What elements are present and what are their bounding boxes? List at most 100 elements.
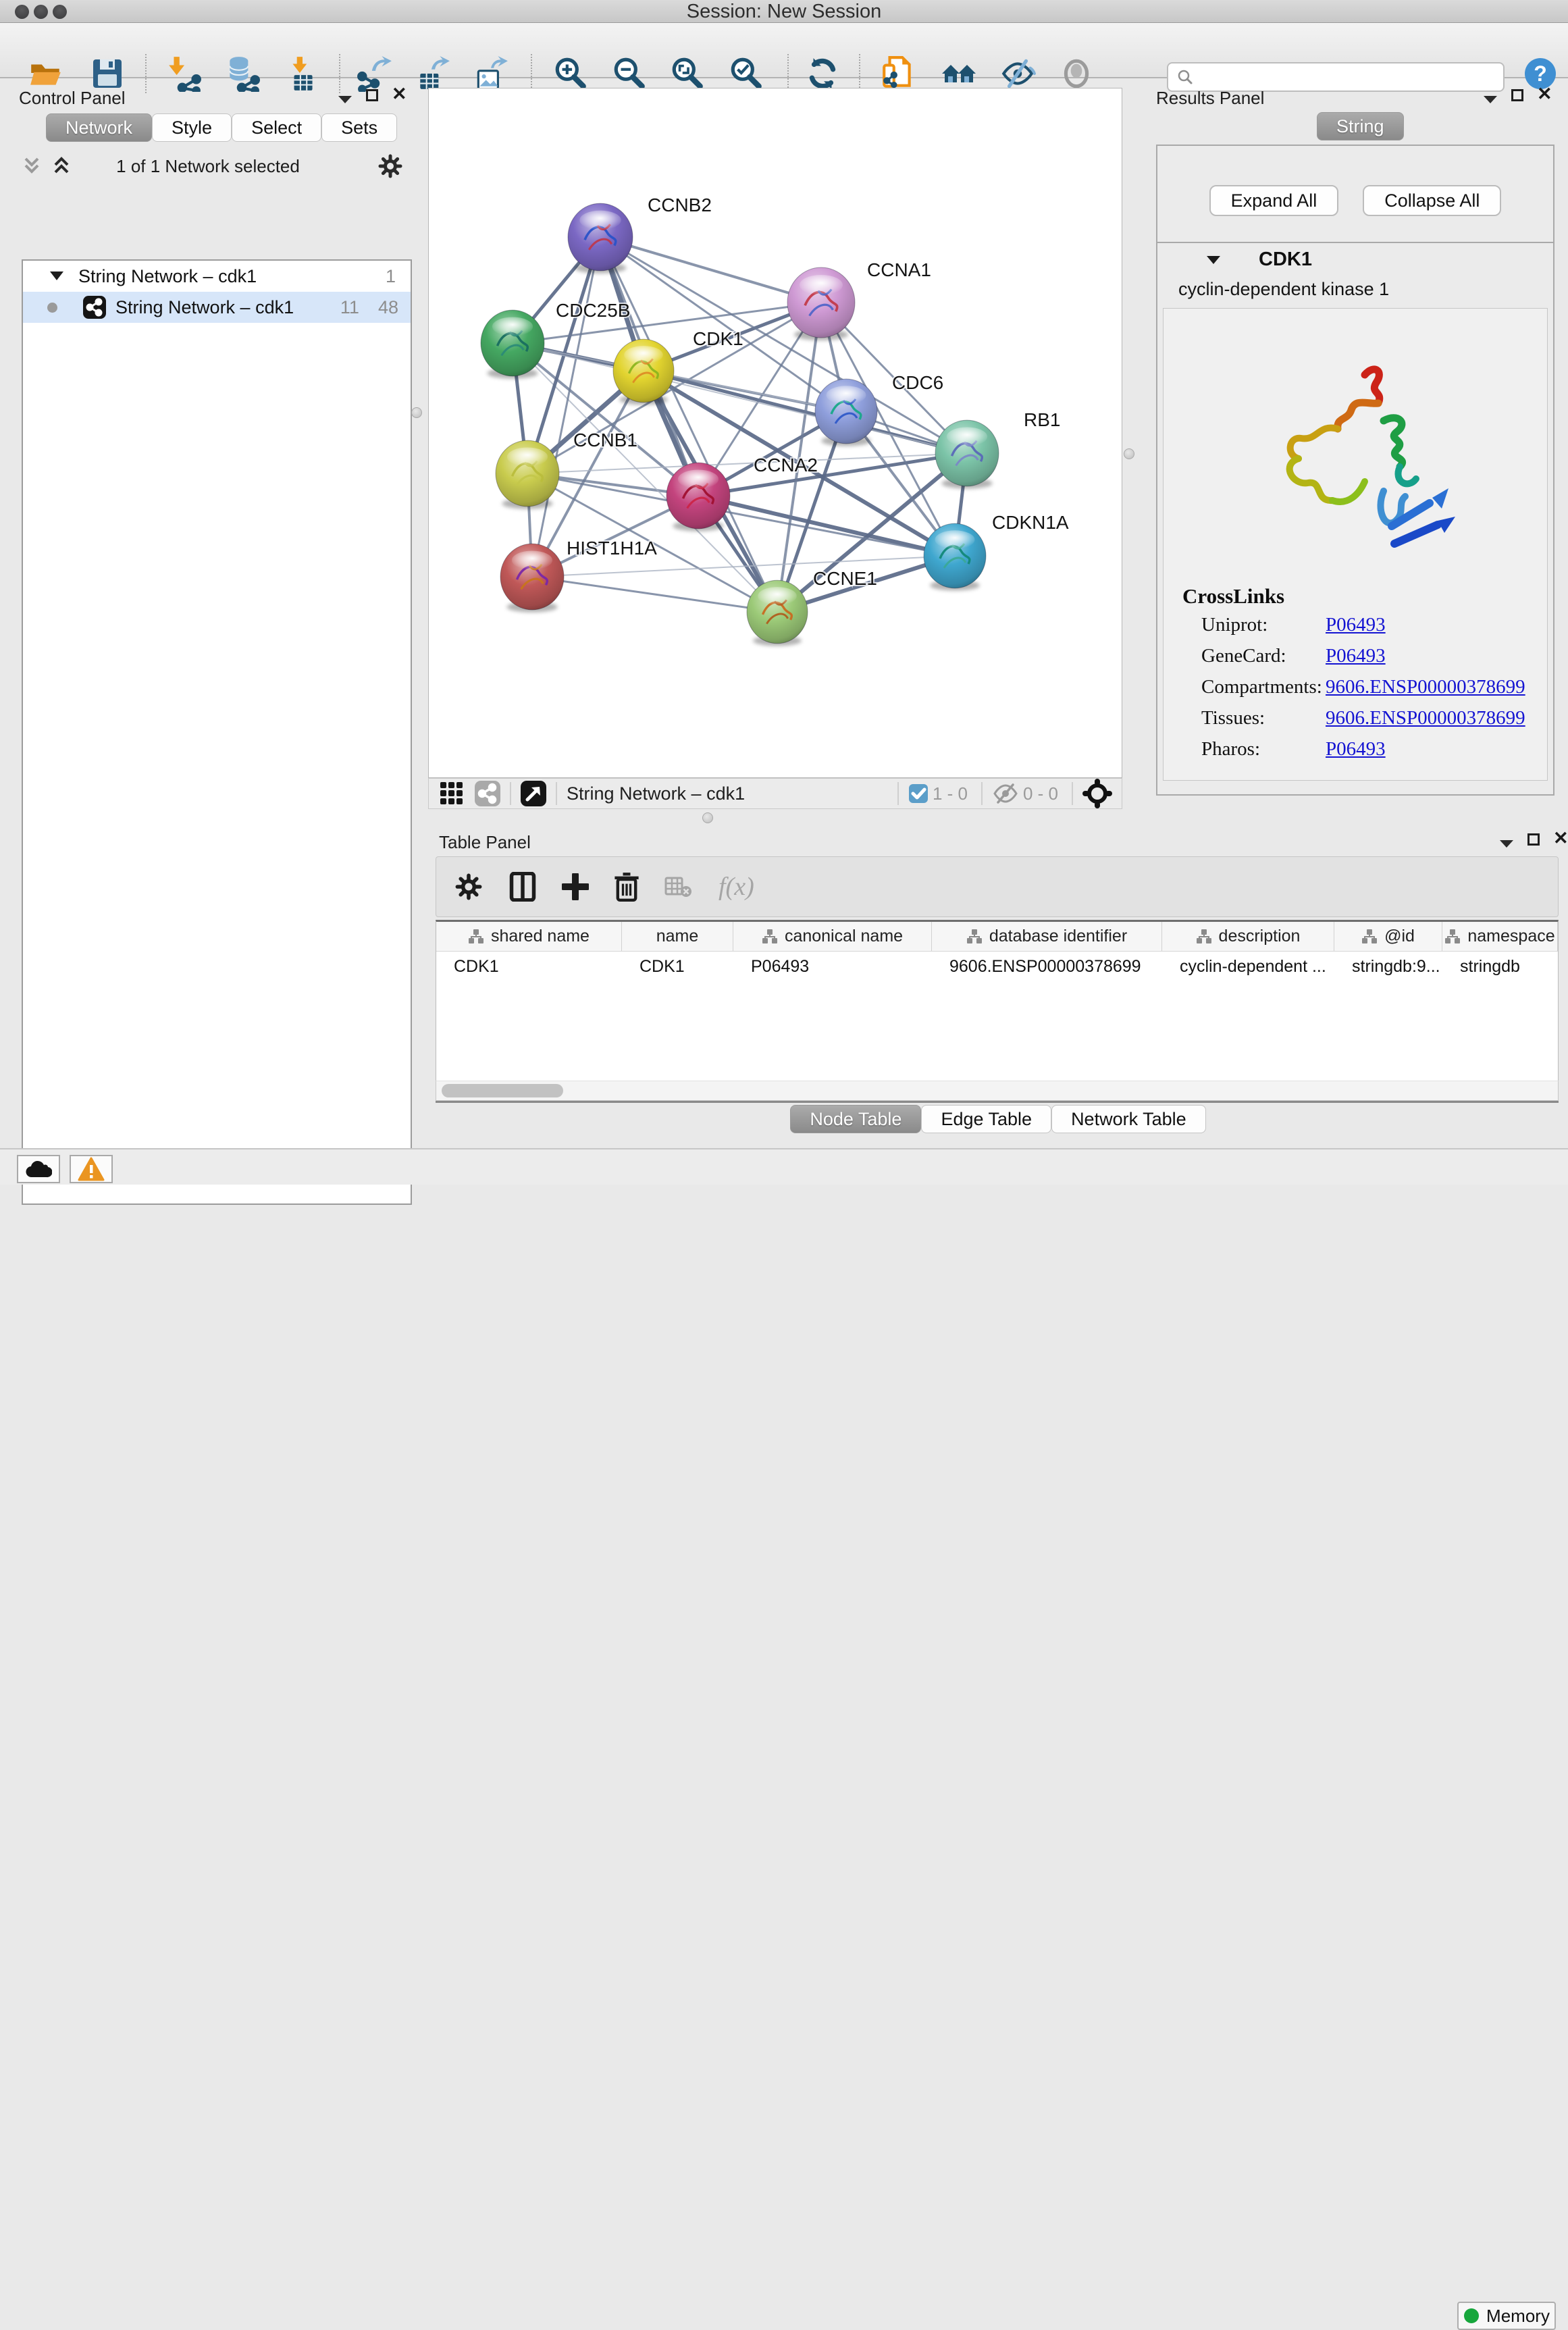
network-node[interactable] [613,339,674,405]
network-edge[interactable] [532,577,777,612]
network-canvas[interactable]: CCNB2CCNA1CDC25BCDK1CDC6RB1CCNB1CCNA2CDK… [428,88,1122,778]
table-hscrollbar-thumb[interactable] [442,1084,563,1097]
network-collection-row[interactable]: String Network – cdk1 1 [23,261,411,292]
column-header-description[interactable]: description [1162,922,1334,951]
crosslink-value-link[interactable]: P06493 [1326,738,1386,769]
network-node[interactable] [481,310,544,379]
table-panel-close-icon[interactable]: ✕ [1553,828,1568,849]
results-panel-menu-icon[interactable] [1483,95,1498,104]
table-cell[interactable]: stringdb:9... [1334,952,1442,981]
network-node-label: RB1 [1024,409,1060,430]
network-current-dot [47,303,57,313]
network-view-icon[interactable] [475,781,500,806]
network-row-selected[interactable]: String Network – cdk1 11 48 [23,292,411,323]
tab-network[interactable]: Network [46,113,152,142]
crosslink-value-link[interactable]: 9606.ENSP00000378699 [1326,707,1525,738]
column-header-shared-name[interactable]: shared name [436,922,622,951]
create-column-icon[interactable] [562,873,589,900]
network-edge[interactable] [600,237,821,303]
network-node[interactable] [787,267,855,340]
tab-node-table[interactable]: Node Table [790,1105,921,1133]
column-header-namespace[interactable]: namespace [1442,922,1558,951]
table-bottom-border [436,1101,1559,1103]
table-gear-icon[interactable] [455,873,482,900]
network-node[interactable] [500,544,564,613]
tab-style[interactable]: Style [152,113,232,142]
function-builder-icon[interactable]: f(x) [718,872,754,902]
collapse-all-button[interactable]: Collapse All [1363,185,1501,216]
tab-edge-table[interactable]: Edge Table [921,1105,1051,1133]
column-header-name[interactable]: name [622,922,733,951]
open-in-window-icon[interactable] [521,781,546,806]
tab-network-table[interactable]: Network Table [1051,1105,1206,1133]
control-panel-tabs: Network Style Select Sets [46,113,397,142]
crosslink-label: Compartments: [1201,676,1326,707]
column-header-canonical-name[interactable]: canonical name [733,922,932,951]
crosslink-row: GeneCard: P06493 [1201,645,1539,676]
network-graph[interactable]: CCNB2CCNA1CDC25BCDK1CDC6RB1CCNB1CCNA2CDK… [429,88,1122,777]
network-node[interactable] [667,463,730,532]
table-cell[interactable]: P06493 [733,952,932,981]
gear-icon[interactable] [378,154,402,178]
column-header--id[interactable]: @id [1334,922,1442,951]
tab-sets[interactable]: Sets [321,113,397,142]
table-cell[interactable]: cyclin-dependent ... [1162,952,1334,981]
network-selection-bar: 1 of 1 Network selected [8,151,408,181]
control-panel-float-icon[interactable] [366,89,378,101]
network-node[interactable] [496,440,559,509]
crosslink-value-link[interactable]: P06493 [1326,645,1386,676]
memory-button[interactable]: Memory [1457,2302,1556,2330]
protein-collapse-icon[interactable] [1206,255,1221,265]
tab-string[interactable]: String [1317,112,1404,140]
network-node-label: CDK1 [693,328,743,349]
eye-slash-icon [999,55,1036,92]
protein-header-row[interactable]: CDK1 [1157,243,1553,276]
column-header-label: shared name [491,927,590,946]
show-columns-icon[interactable] [509,872,536,902]
hidden-eye-icon[interactable] [992,782,1019,805]
horizontal-splitter-handle[interactable] [702,812,713,823]
network-edge[interactable] [532,556,955,577]
delete-column-icon[interactable] [613,872,640,902]
network-node[interactable] [747,580,808,646]
crosslink-row: Pharos: P06493 [1201,738,1539,769]
column-header-label: @id [1384,927,1415,946]
table-row[interactable]: CDK1CDK1P064939606.ENSP00000378699cyclin… [436,952,1558,981]
network-node[interactable] [815,379,877,446]
delete-table-icon[interactable] [664,875,691,898]
crosslinks-list: Uniprot: P06493 GeneCard: P06493 Compart… [1201,614,1539,769]
results-panel-float-icon[interactable] [1511,89,1523,101]
birdseye-toggle-icon[interactable] [1082,779,1112,808]
control-panel-close-icon[interactable]: ✕ [392,84,407,105]
right-splitter-handle[interactable] [1124,448,1134,459]
table-panel-float-icon[interactable] [1527,833,1540,846]
table-panel-menu-icon[interactable] [1499,839,1514,848]
table-hscrollbar[interactable] [436,1081,1559,1101]
crosslink-value-link[interactable]: 9606.ENSP00000378699 [1326,676,1525,707]
table-cell[interactable]: stringdb [1442,952,1558,981]
table-cell[interactable]: CDK1 [436,952,622,981]
grid-view-icon[interactable] [440,781,464,806]
expand-all-button[interactable]: Expand All [1209,185,1339,216]
memory-label: Memory [1486,2306,1550,2327]
footer-separator [556,782,557,805]
table-cell[interactable]: CDK1 [622,952,733,981]
network-node-label: CDC6 [892,372,943,393]
export-table-icon [415,55,451,92]
warning-status-button[interactable] [70,1155,113,1183]
collection-expand-icon[interactable] [50,271,63,281]
cloud-status-button[interactable] [17,1155,60,1183]
table-toolbar: f(x) [436,856,1559,917]
results-panel-close-icon[interactable]: ✕ [1537,84,1552,105]
table-cell[interactable]: 9606.ENSP00000378699 [932,952,1162,981]
warning-icon [78,1157,105,1181]
left-splitter-handle[interactable] [411,407,422,418]
crosslink-value-link[interactable]: P06493 [1326,614,1386,645]
control-panel-menu-icon[interactable] [338,95,352,104]
network-node[interactable] [935,420,999,489]
column-header-database-identifier[interactable]: database identifier [932,922,1162,951]
tab-select[interactable]: Select [232,113,321,142]
selected-checkbox-icon[interactable] [908,783,929,804]
network-node[interactable] [924,523,986,590]
hidden-count: 0 - 0 [1023,783,1058,804]
